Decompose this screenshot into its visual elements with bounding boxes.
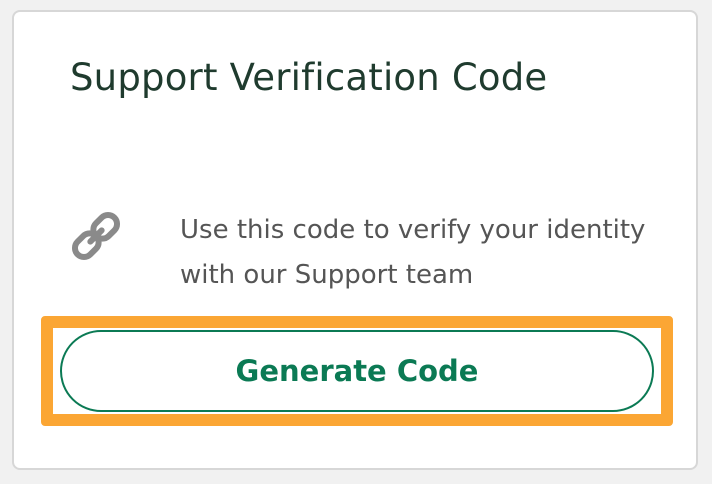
card-title: Support Verification Code — [70, 56, 548, 99]
generate-code-button[interactable]: Generate Code — [60, 330, 654, 412]
card-description: Use this code to verify your identity wi… — [180, 215, 646, 290]
link-icon — [66, 206, 126, 266]
